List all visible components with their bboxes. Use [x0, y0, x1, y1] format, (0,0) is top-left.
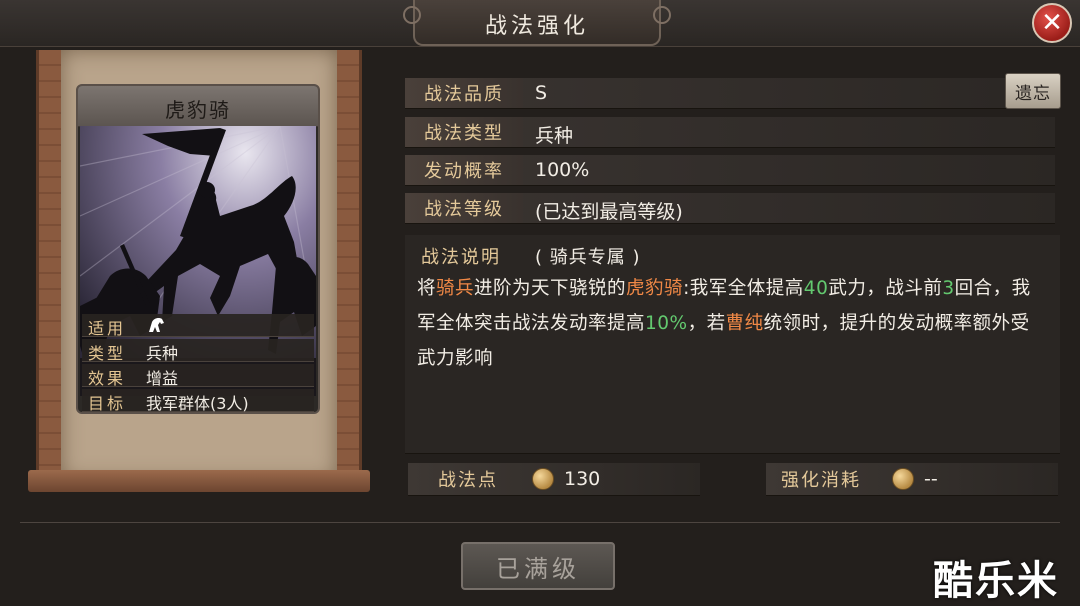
prop-row-applicable: 适用: [82, 314, 314, 338]
desc-highlight-general: 曹纯: [725, 313, 764, 334]
title-plate: 战法强化: [403, 0, 671, 46]
prop-value: 我军群体(3人): [146, 394, 249, 413]
close-icon: ✕: [1041, 8, 1063, 38]
desc-segment: 武力，战斗前: [828, 278, 943, 299]
type-label: 战法类型: [405, 117, 523, 147]
forget-button[interactable]: 遗忘: [1005, 73, 1061, 109]
description-note: ( 骑兵专属 ): [535, 247, 641, 268]
info-row-quality: 战法品质 S: [405, 78, 1055, 109]
prop-label: 效果: [88, 369, 127, 388]
prop-value: 兵种: [146, 344, 179, 363]
desc-segment: 将: [417, 278, 437, 299]
level-label: 战法等级: [405, 193, 523, 223]
desc-segment: :我军全体提高: [683, 278, 804, 299]
coin-icon: [892, 468, 914, 490]
desc-highlight-tactic: 虎豹骑: [626, 278, 684, 299]
quality-value: S: [535, 82, 548, 104]
cavalry-horse-icon: [149, 318, 164, 332]
prop-label: 目标: [88, 394, 127, 413]
page-title: 战法强化: [484, 14, 589, 39]
info-row-type: 战法类型 兵种: [405, 117, 1055, 148]
prop-row-type: 类型 兵种: [82, 339, 314, 363]
description-text: 将骑兵进阶为天下骁锐的虎豹骑:我军全体提高40武力，战斗前3回合，我军全体突击战…: [417, 271, 1047, 376]
rate-label: 发动概率: [405, 155, 523, 185]
coin-icon: [532, 468, 554, 490]
description-label: 战法说明: [421, 247, 501, 268]
desc-highlight-number: 40: [803, 278, 829, 299]
level-value: (已达到最高等级): [535, 201, 683, 223]
desc-highlight-number: 3: [942, 278, 955, 299]
rate-value: 100%: [535, 159, 590, 181]
info-row-rate: 发动概率 100%: [405, 155, 1055, 186]
upgrade-cost-label: 强化消耗: [781, 470, 861, 491]
prop-label: 类型: [88, 344, 127, 363]
max-level-button[interactable]: 已满级: [461, 542, 615, 590]
quality-label: 战法品质: [405, 78, 523, 108]
tactic-points-label: 战法点: [438, 470, 498, 491]
card-name-bar: 虎豹骑: [78, 86, 318, 127]
info-row-level: 战法等级 (已达到最高等级): [405, 193, 1055, 224]
desc-segment: 进阶为天下骁锐的: [474, 278, 627, 299]
prop-row-effect: 效果 增益: [82, 364, 314, 388]
desc-highlight-troop: 骑兵: [436, 278, 475, 299]
type-value: 兵种: [535, 125, 574, 147]
prop-value: 增益: [146, 369, 179, 388]
scroll-rod: [28, 470, 370, 492]
tactic-points-value: 130: [564, 468, 601, 490]
desc-highlight-number: 10%: [645, 313, 688, 334]
watermark-logo: 酷乐米: [933, 558, 1059, 604]
card-properties: 适用 类型 兵种 效果 增益 目标 我军群体(3人): [78, 314, 318, 412]
prop-row-target: 目标 我军群体(3人): [82, 389, 314, 412]
description-panel: 战法说明 ( 骑兵专属 ) 将骑兵进阶为天下骁锐的虎豹骑:我军全体提高40武力，…: [405, 235, 1060, 454]
card-name: 虎豹骑: [165, 98, 231, 122]
tactic-card: 虎豹骑 适用 类型 兵种 效果 增益 目标 我军群体(3人): [76, 84, 320, 414]
upgrade-cost-box: 强化消耗 --: [766, 463, 1058, 496]
divider: [20, 522, 1060, 523]
desc-segment: ，若: [687, 313, 726, 334]
upgrade-cost-value: --: [924, 468, 938, 490]
close-button[interactable]: ✕: [1032, 3, 1072, 43]
tactic-points-box: 战法点 130: [408, 463, 700, 496]
prop-label: 适用: [88, 319, 127, 338]
